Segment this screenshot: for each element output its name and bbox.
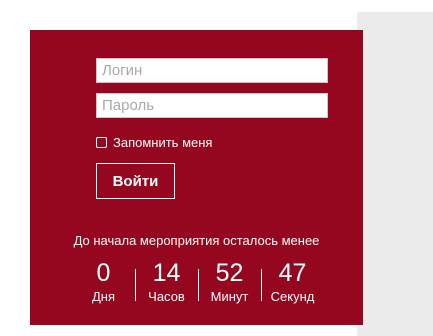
minutes-label: Минут (210, 289, 249, 304)
countdown-minutes: 52 Минут (198, 258, 261, 310)
hours-label: Часов (148, 289, 185, 304)
login-button[interactable]: Войти (96, 163, 175, 199)
countdown-hours: 14 Часов (135, 258, 198, 310)
days-value: 0 (96, 259, 111, 287)
minutes-value: 52 (215, 259, 244, 287)
countdown-title: До начала мероприятия осталось менее (73, 233, 320, 248)
login-input[interactable] (96, 58, 328, 83)
countdown-seconds: 47 Секунд (261, 258, 324, 310)
seconds-value: 47 (278, 259, 307, 287)
countdown-days: 0 Дня (72, 258, 135, 310)
days-label: Дня (91, 289, 116, 304)
remember-me-checkbox[interactable]: Запомнить меня (96, 134, 212, 150)
password-input[interactable] (96, 93, 328, 118)
countdown-timer: 0 Дня 14 Часов 52 Минут 47 Секунд (72, 258, 324, 310)
remember-me-label: Запомнить меня (113, 134, 213, 150)
side-strip (357, 12, 433, 336)
page: Запомнить меня Войти До начала мероприят… (0, 0, 433, 336)
seconds-label: Секунд (270, 289, 315, 304)
login-countdown-panel: Запомнить меня Войти До начала мероприят… (30, 30, 363, 325)
checkbox-box[interactable] (96, 136, 107, 148)
hours-value: 14 (152, 259, 181, 287)
